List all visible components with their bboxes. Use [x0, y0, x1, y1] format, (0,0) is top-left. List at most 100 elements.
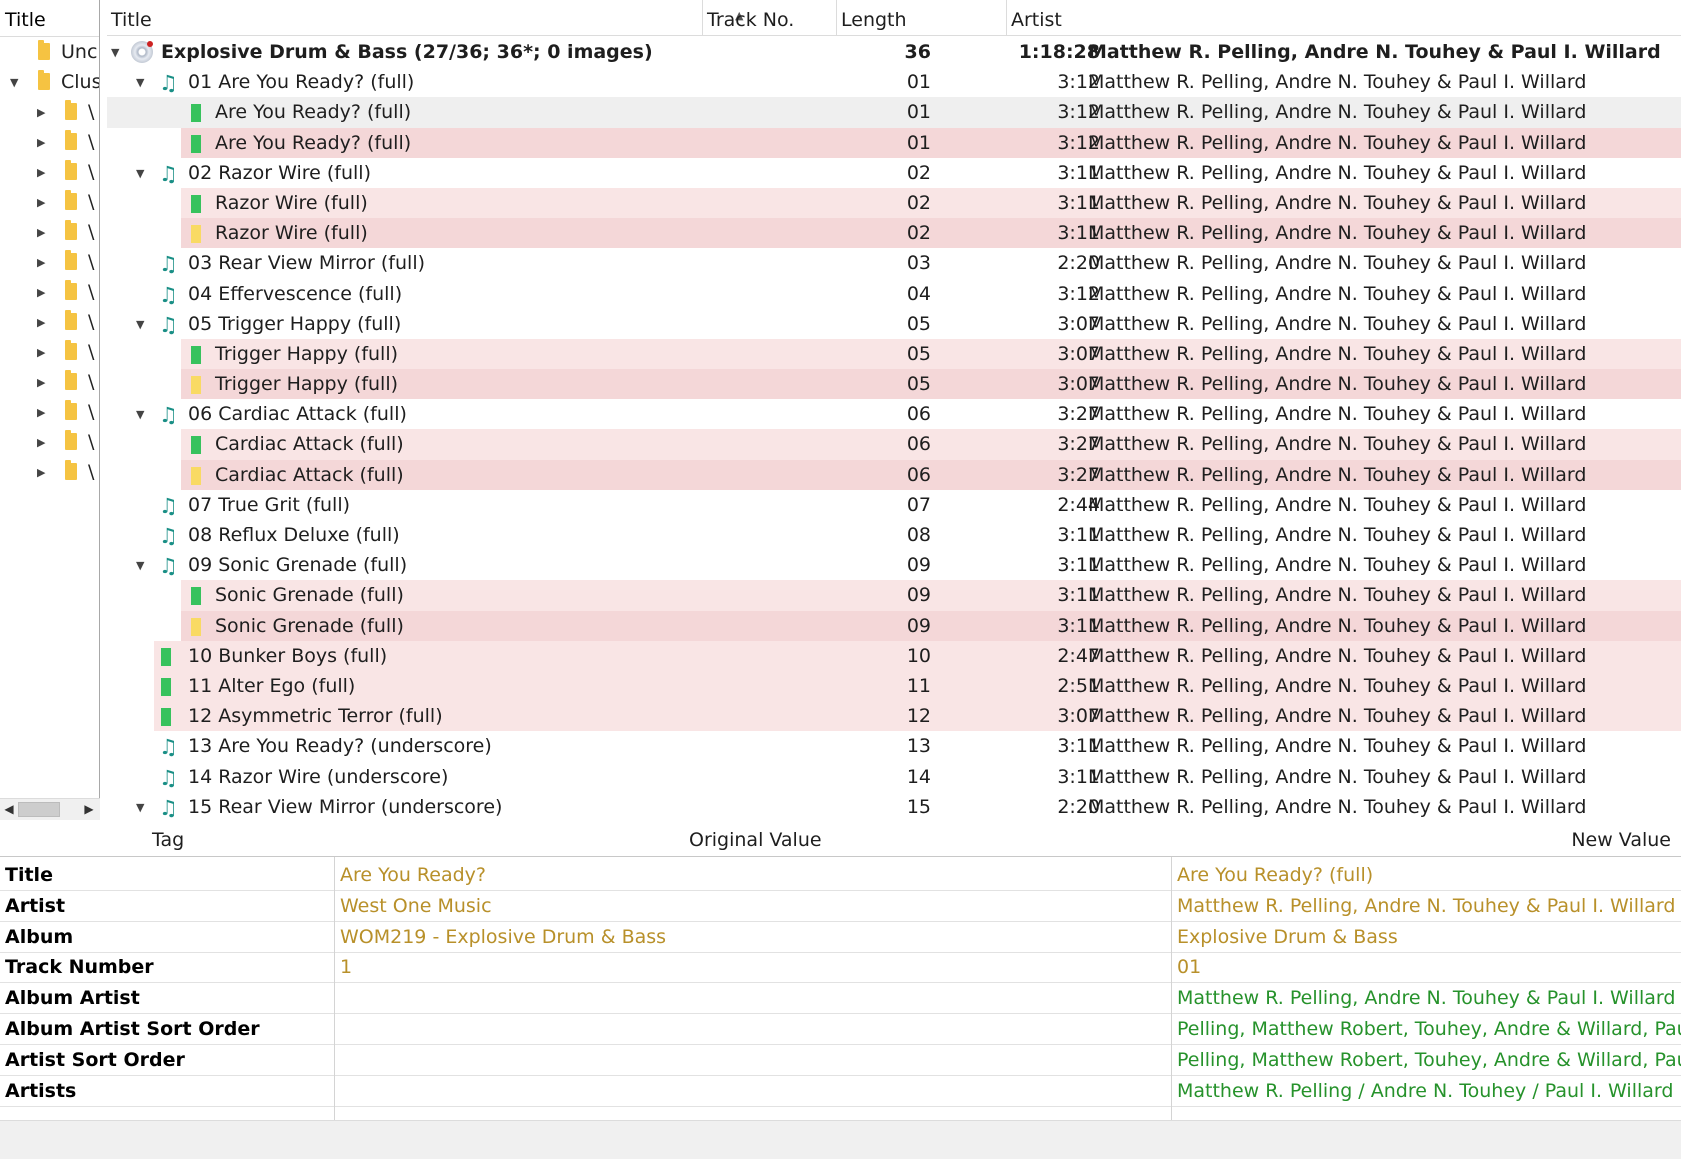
left-tree-item[interactable]: ▼ Clus	[0, 67, 99, 97]
tag-row[interactable]: Album Artist Matthew R. Pelling, Andre N.…	[0, 981, 1681, 1015]
track-artist: Matthew R. Pelling, Andre N. Touhey & Pa…	[1088, 493, 1587, 516]
tag-row[interactable]: Track Number 1 01	[0, 950, 1681, 984]
left-tree-item[interactable]: ▶ \	[0, 187, 99, 217]
new-value[interactable]: Pelling, Matthew Robert, Touhey, Andre &…	[1177, 1018, 1681, 1040]
tree-row-file[interactable]: Cardiac Attack (full) 06 3:27 Matthew R. Pe…	[107, 429, 1681, 460]
chevron-right-icon[interactable]: ▶	[37, 466, 45, 479]
scroll-right-arrow-icon[interactable]: ▶	[82, 801, 96, 818]
track-length: 3:11	[1057, 524, 1100, 546]
tree-row-track[interactable]: ▼ ♫ 02 Razor Wire (full) 02 3:11 Matthew R. P…	[107, 158, 1681, 188]
tree-row-track[interactable]: 10 Bunker Boys (full) 10 2:47 Matthew R. Pe…	[107, 640, 1681, 671]
chevron-right-icon[interactable]: ▶	[37, 436, 45, 449]
chevron-down-icon[interactable]: ▼	[136, 408, 144, 421]
chevron-right-icon[interactable]: ▶	[37, 286, 45, 299]
left-tree-item[interactable]: Unc	[0, 37, 99, 67]
chevron-down-icon[interactable]: ▼	[136, 318, 144, 331]
new-value[interactable]: Matthew R. Pelling, Andre N. Touhey & Pa…	[1177, 895, 1675, 917]
chevron-down-icon[interactable]: ▼	[10, 76, 18, 89]
tree-row-file[interactable]: Are You Ready? (full) 01 3:12 Matthew R. Pe…	[107, 127, 1681, 158]
left-tree-item[interactable]: ▶ \	[0, 457, 99, 487]
column-artist[interactable]: Artist	[1007, 0, 1681, 36]
tree-row-track[interactable]: ♫ 13 Are You Ready? (underscore) 13 3:11 Mat…	[107, 731, 1681, 761]
scroll-left-arrow-icon[interactable]: ◀	[2, 801, 16, 818]
new-value[interactable]: Are You Ready? (full)	[1177, 864, 1373, 886]
tag-row[interactable]: Title Are You Ready? Are You Ready? (full)	[0, 858, 1681, 891]
chevron-down-icon[interactable]: ▼	[136, 167, 144, 180]
tree-row-track[interactable]: ▼ ♫ 09 Sonic Grenade (full) 09 3:11 Matthew R…	[107, 550, 1681, 580]
left-tree: Unc ▼ Clus ▶ \ ▶ \ ▶ \ ▶ \ ▶ \ ▶ \ ▶ \ ▶ \ ▶ \ ▶ \ ▶ \ ▶ \ ▶ \	[0, 37, 99, 487]
tree-row-track[interactable]: ▼ ♫ 15 Rear View Mirror (underscore) 15 2:20…	[107, 792, 1681, 820]
tree-row-track[interactable]: 12 Asymmetric Terror (full) 12 3:07 Matthew…	[107, 701, 1681, 732]
tree-row-track[interactable]: ▼ ♫ 06 Cardiac Attack (full) 06 3:27 Matthew …	[107, 399, 1681, 429]
tree-row-track[interactable]: 11 Alter Ego (full) 11 2:51 Matthew R. Pell…	[107, 670, 1681, 702]
tag-row[interactable]: Artists Matthew R. Pelling / Andre N. Tou…	[0, 1074, 1681, 1107]
chevron-down-icon[interactable]: ▼	[111, 46, 119, 59]
tag-row[interactable]: Artist West One Music Matthew R. Pelling, …	[0, 889, 1681, 922]
chevron-right-icon[interactable]: ▶	[37, 256, 45, 269]
column-length[interactable]: Length	[837, 0, 1007, 36]
tree-row-file[interactable]: Sonic Grenade (full) 09 3:11 Matthew R. Pel…	[107, 580, 1681, 611]
tree-row-track[interactable]: ♫ 03 Rear View Mirror (full) 03 2:20 Matthew…	[107, 248, 1681, 278]
scrollbar-thumb[interactable]	[18, 802, 60, 817]
original-value[interactable]: 1	[340, 956, 352, 978]
tag-name: Album Artist	[5, 987, 140, 1010]
original-value[interactable]: WOM219 - Explosive Drum & Bass	[340, 926, 666, 948]
tree-row-file[interactable]: Trigger Happy (full) 05 3:07 Matthew R. Pel…	[107, 338, 1681, 370]
new-value[interactable]: Matthew R. Pelling / Andre N. Touhey / P…	[1177, 1080, 1673, 1102]
chevron-right-icon[interactable]: ▶	[37, 136, 45, 149]
chevron-right-icon[interactable]: ▶	[37, 226, 45, 239]
tree-row-track[interactable]: ♫ 14 Razor Wire (underscore) 14 3:11 Matthew…	[107, 762, 1681, 792]
chevron-right-icon[interactable]: ▶	[37, 166, 45, 179]
chevron-right-icon[interactable]: ▶	[37, 346, 45, 359]
tag-row[interactable]: Album Artist Sort Order Pelling, Matthew …	[0, 1012, 1681, 1045]
tree-row-track[interactable]: ♫ 07 True Grit (full) 07 2:44 Matthew R. Pel…	[107, 490, 1681, 520]
new-value[interactable]: Matthew R. Pelling, Andre N. Touhey & Pa…	[1177, 987, 1675, 1009]
left-horizontal-scrollbar[interactable]: ◀ ▶	[0, 798, 100, 820]
tree-row-file[interactable]: Are You Ready? (full) 01 3:12 Matthew R. Pe…	[107, 97, 1681, 128]
music-note-icon: ♫	[159, 312, 178, 337]
tree-row-file[interactable]: Sonic Grenade (full) 09 3:11 Matthew R. Pel…	[107, 610, 1681, 641]
left-tree-item[interactable]: ▶ \	[0, 397, 99, 427]
tree-row-file[interactable]: Cardiac Attack (full) 06 3:27 Matthew R. Pe…	[107, 459, 1681, 490]
left-tree-item[interactable]: ▶ \	[0, 277, 99, 307]
chevron-right-icon[interactable]: ▶	[37, 376, 45, 389]
left-tree-item[interactable]: ▶ \	[0, 127, 99, 157]
tree-row-file[interactable]: Razor Wire (full) 02 3:11 Matthew R. Pellin…	[107, 218, 1681, 249]
column-title[interactable]: Title	[107, 0, 703, 36]
left-tree-item-label: \	[88, 371, 95, 393]
tree-row-track[interactable]: ♫ 04 Effervescence (full) 04 3:12 Matthew R.…	[107, 279, 1681, 309]
chevron-down-icon[interactable]: ▼	[136, 801, 144, 814]
left-tree-item[interactable]: ▶ \	[0, 307, 99, 337]
tree-row-file[interactable]: Trigger Happy (full) 05 3:07 Matthew R. Pel…	[107, 369, 1681, 400]
tree-row-file[interactable]: Razor Wire (full) 02 3:11 Matthew R. Pellin…	[107, 187, 1681, 219]
chevron-down-icon[interactable]: ▼	[136, 76, 144, 89]
left-tree-item[interactable]: ▶ \	[0, 97, 99, 127]
chevron-right-icon[interactable]: ▶	[37, 316, 45, 329]
tag-row[interactable]: Album WOM219 - Explosive Drum & Bass Explo…	[0, 920, 1681, 953]
new-value[interactable]: Explosive Drum & Bass	[1177, 926, 1398, 948]
chevron-right-icon[interactable]: ▶	[37, 406, 45, 419]
left-tree-item[interactable]: ▶ \	[0, 367, 99, 397]
chevron-right-icon[interactable]: ▶	[37, 196, 45, 209]
new-value[interactable]: 01	[1177, 956, 1201, 978]
column-original-value[interactable]: Original Value	[689, 829, 822, 851]
left-title-header[interactable]: Title	[0, 0, 99, 37]
column-new-value[interactable]: New Value	[1571, 829, 1671, 851]
tree-row-album[interactable]: ▼ Explosive Drum & Bass (27/36; 36*; 0 im…	[107, 37, 1681, 67]
original-value[interactable]: West One Music	[340, 895, 492, 917]
column-track-no[interactable]: Track No.	[703, 0, 837, 36]
left-tree-item[interactable]: ▶ \	[0, 157, 99, 187]
tree-row-track[interactable]: ▼ ♫ 05 Trigger Happy (full) 05 3:07 Matthew R…	[107, 309, 1681, 339]
left-tree-item[interactable]: ▶ \	[0, 247, 99, 277]
new-value[interactable]: Pelling, Matthew Robert, Touhey, Andre &…	[1177, 1049, 1681, 1071]
column-tag[interactable]: Tag	[152, 829, 184, 851]
chevron-right-icon[interactable]: ▶	[37, 106, 45, 119]
left-tree-item[interactable]: ▶ \	[0, 217, 99, 247]
left-tree-item[interactable]: ▶ \	[0, 337, 99, 367]
left-tree-item[interactable]: ▶ \	[0, 427, 99, 457]
tag-row[interactable]: Artist Sort Order Pelling, Matthew Robert…	[0, 1043, 1681, 1076]
tree-row-track[interactable]: ▼ ♫ 01 Are You Ready? (full) 01 3:12 Matthew …	[107, 67, 1681, 97]
tree-row-track[interactable]: ♫ 08 Reflux Deluxe (full) 08 3:11 Matthew R.…	[107, 520, 1681, 550]
original-value[interactable]: Are You Ready?	[340, 864, 486, 886]
chevron-down-icon[interactable]: ▼	[136, 559, 144, 572]
